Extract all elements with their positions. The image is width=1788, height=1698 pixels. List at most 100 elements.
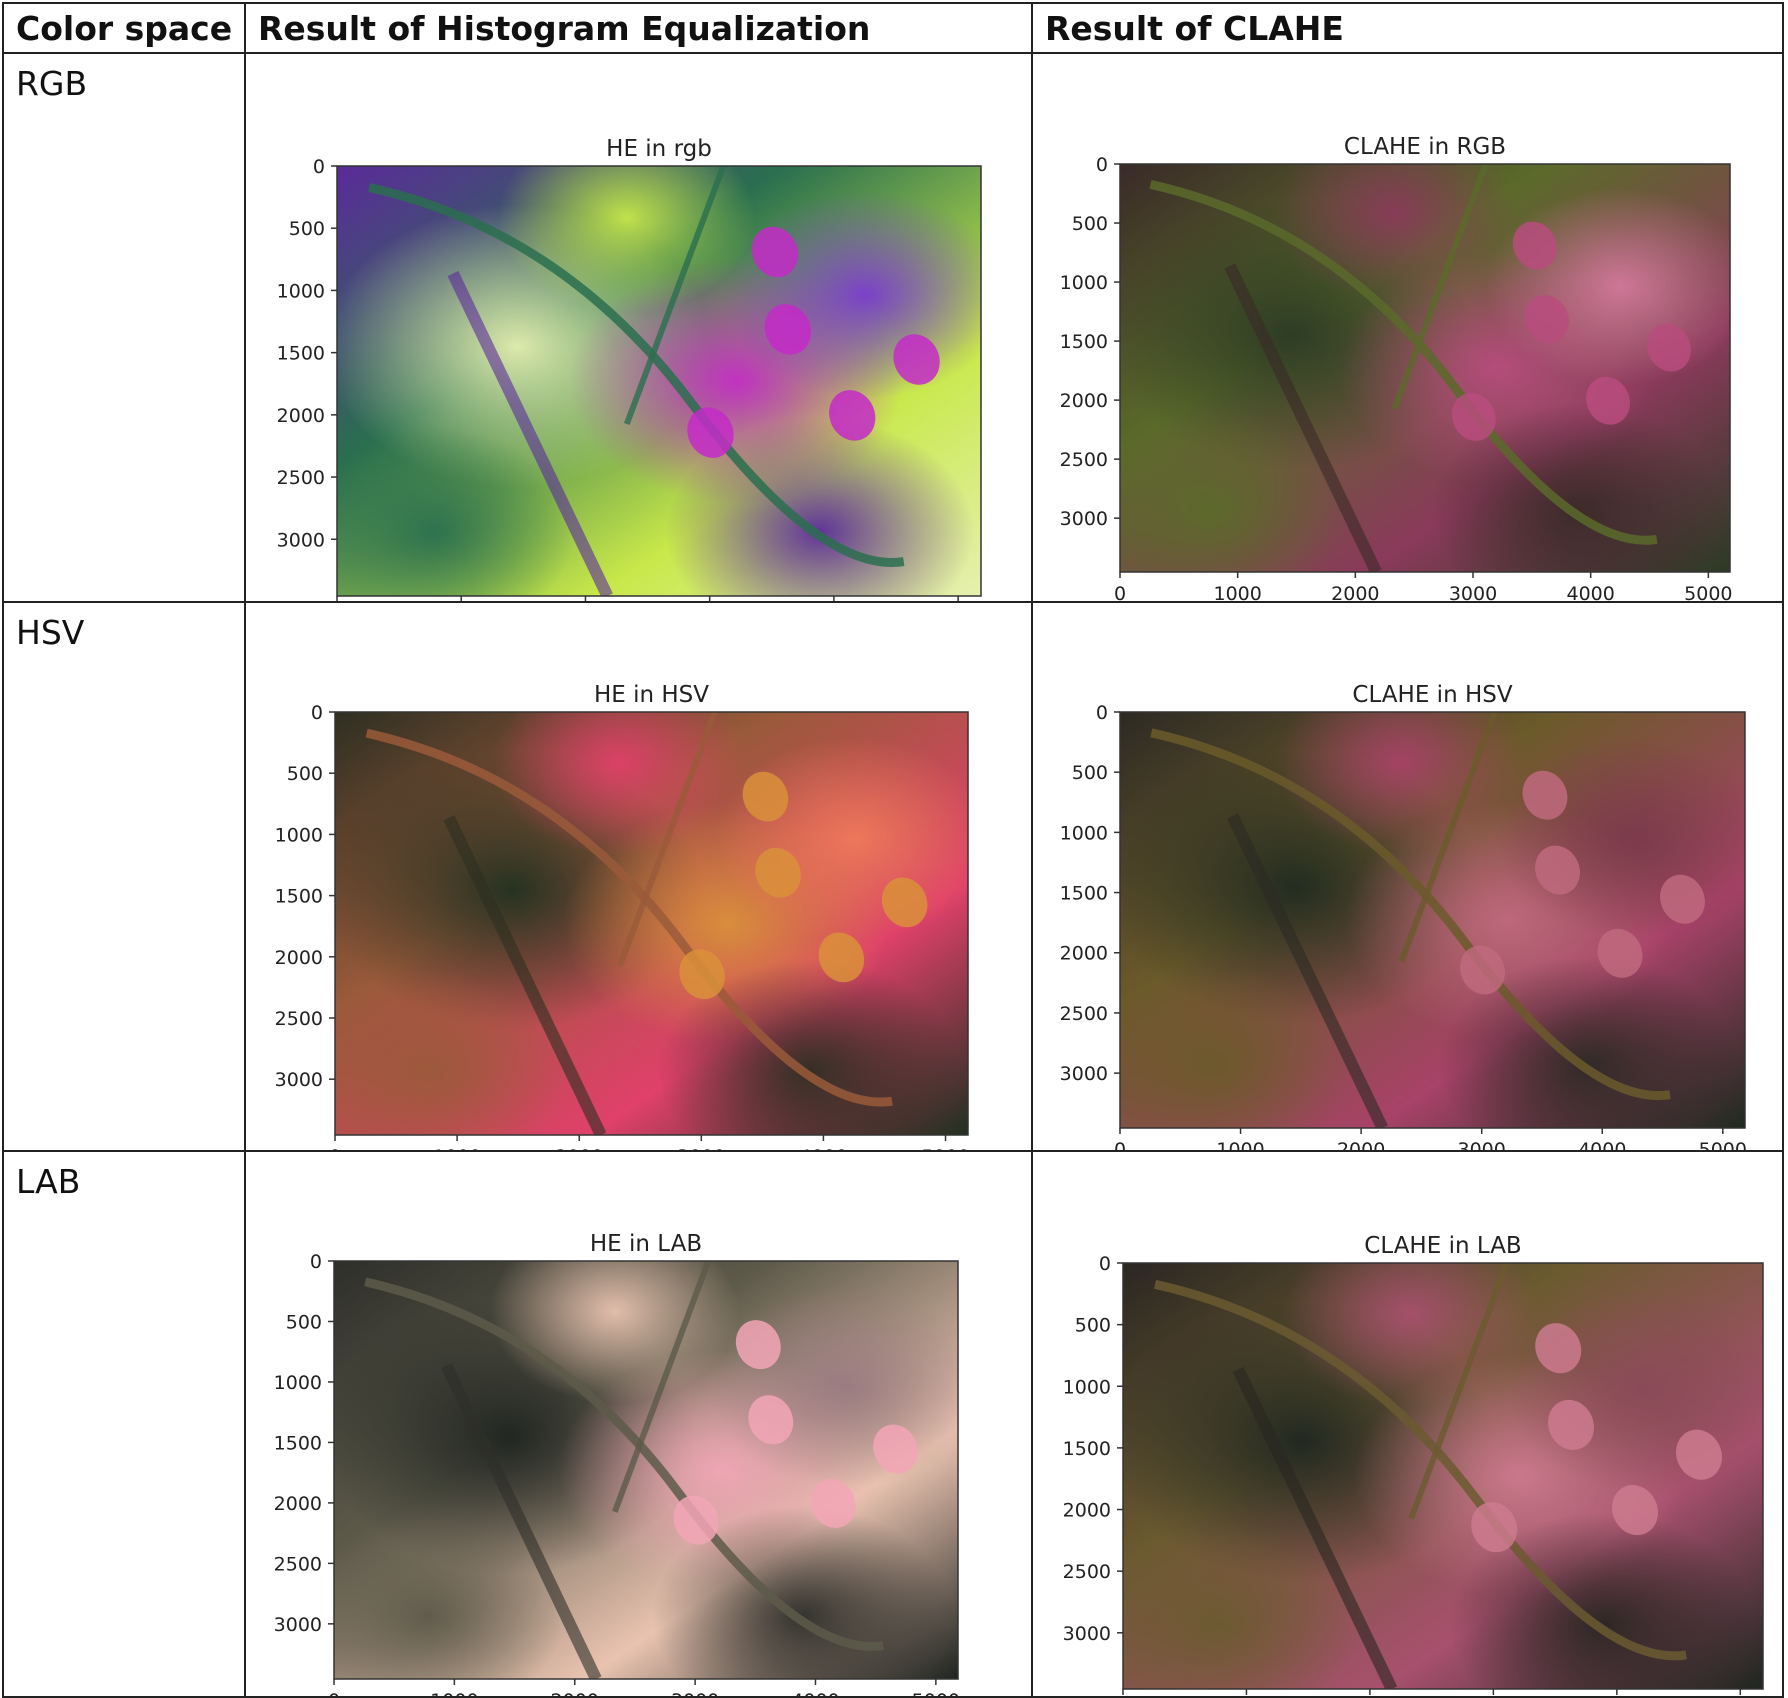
- y-tick-label: 1000: [1060, 272, 1108, 294]
- y-tick-label: 500: [286, 1311, 322, 1333]
- y-tick-label: 3000: [275, 1069, 323, 1091]
- y-tick-label: 3000: [1060, 508, 1108, 530]
- space-cell-rgb: RGB: [2, 52, 246, 603]
- y-tick-label: 1500: [277, 343, 325, 365]
- he-cell-hsv: HE in HSV 0 500 1000 1500 2000 2500 3000 0 1000 20…: [244, 601, 1033, 1152]
- y-tick-label: 1500: [275, 886, 323, 908]
- clahe-cell-rgb: CLAHE in RGB 0 500 1000 1500 2000 2500 3000 0 100…: [1031, 52, 1784, 603]
- y-tick-label: 1000: [277, 280, 325, 302]
- y-tick-label: 500: [287, 763, 323, 785]
- x-tick-label: 0: [1114, 1139, 1126, 1150]
- y-tick-label: 1500: [1060, 883, 1108, 905]
- y-tick-label: 2000: [277, 405, 325, 427]
- y-tick-label: 0: [1096, 154, 1108, 176]
- y-tick-label: 1000: [1063, 1376, 1111, 1398]
- x-tick-label: 5000: [1699, 1139, 1747, 1150]
- he-hsv-plot: HE in HSV 0 500 1000 1500 2000 2500 3000 0 1000 20…: [275, 682, 970, 1150]
- x-tick-label: 2000: [1337, 1139, 1385, 1150]
- y-tick-label: 0: [311, 702, 323, 724]
- x-tick-label: 1000: [430, 1690, 478, 1696]
- x-tick-label: 2000: [555, 1146, 603, 1150]
- y-tick-label: 0: [313, 156, 325, 178]
- plot-title: CLAHE in RGB: [1344, 134, 1506, 160]
- y-tick-label: 1500: [1063, 1438, 1111, 1460]
- header-he-result: Result of Histogram Equalization: [244, 2, 1033, 54]
- flower-image: [1120, 164, 1730, 572]
- y-tick-label: 2000: [1060, 390, 1108, 412]
- x-tick-label: 3000: [677, 1146, 725, 1150]
- space-cell-hsv: HSV: [2, 601, 246, 1152]
- y-tick-label: 500: [289, 218, 325, 240]
- y-tick-label: 1500: [1060, 331, 1108, 353]
- he-cell-lab: HE in LAB 0 500 1000 1500 2000 2500 3000 0 1000 20…: [244, 1150, 1033, 1698]
- clahe-hsv-plot: CLAHE in HSV 0 500 1000 1500 2000 2500 3000 0 100…: [1060, 682, 1747, 1150]
- plot-title: CLAHE in LAB: [1364, 1233, 1521, 1259]
- x-tick-label: 5000: [921, 1146, 969, 1150]
- y-tick-label: 2500: [1063, 1561, 1111, 1583]
- clahe-rgb-plot: CLAHE in RGB 0 500 1000 1500 2000 2500 3000 0 100…: [1060, 134, 1733, 601]
- x-tick-label: 0: [1114, 583, 1126, 601]
- y-tick-label: 2000: [1063, 1500, 1111, 1522]
- y-tick-label: 2500: [277, 467, 325, 489]
- table-row: LAB HE in LAB 0 500 1000 1500 2000 2500 3000 0 10…: [2, 1150, 1784, 1698]
- flower-image: [1120, 712, 1745, 1128]
- plot-title: CLAHE in HSV: [1352, 682, 1512, 708]
- x-tick-label: 1000: [1213, 583, 1261, 601]
- color-space-label: RGB: [16, 64, 88, 103]
- x-tick-label: 4000: [1578, 1139, 1626, 1150]
- flower-image: [337, 166, 981, 596]
- flower-image: [335, 712, 968, 1135]
- y-tick-label: 1000: [275, 824, 323, 846]
- y-tick-label: 0: [1099, 1253, 1111, 1275]
- x-tick-label: 5000: [912, 1690, 960, 1696]
- y-tick-label: 2500: [1060, 449, 1108, 471]
- color-space-label: LAB: [16, 1162, 81, 1201]
- header-row: Color space Result of Histogram Equaliza…: [2, 2, 1784, 54]
- x-tick-label: 4000: [791, 1690, 839, 1696]
- x-tick-label: 2000: [1331, 583, 1379, 601]
- clahe-cell-hsv: CLAHE in HSV 0 500 1000 1500 2000 2500 3000 0 100…: [1031, 601, 1784, 1152]
- plot-title: HE in LAB: [590, 1231, 702, 1257]
- y-tick-label: 2000: [1060, 943, 1108, 965]
- x-tick-label: 3000: [1449, 583, 1497, 601]
- header-color-space: Color space: [2, 2, 246, 54]
- y-tick-label: 2500: [275, 1008, 323, 1030]
- y-tick-label: 1000: [274, 1372, 322, 1394]
- he-rgb-plot: HE in rgb0500100015002000250030000100020…: [277, 136, 982, 601]
- comparison-table: Color space Result of Histogram Equaliza…: [2, 2, 1784, 1698]
- y-tick-label: 0: [310, 1251, 322, 1273]
- y-tick-label: 500: [1072, 213, 1108, 235]
- x-tick-label: 3000: [1458, 1139, 1506, 1150]
- y-tick-label: 3000: [1063, 1623, 1111, 1645]
- x-tick-label: 5000: [1684, 583, 1732, 601]
- y-tick-label: 0: [1096, 702, 1108, 724]
- y-tick-label: 3000: [1060, 1063, 1108, 1085]
- x-tick-label: 1000: [433, 1146, 481, 1150]
- x-tick-label: 4000: [1566, 583, 1614, 601]
- clahe-lab-plot: CLAHE in LAB0500100015002000250030000100…: [1063, 1233, 1764, 1695]
- clahe-cell-lab: CLAHE in LAB0500100015002000250030000100…: [1031, 1150, 1784, 1698]
- y-tick-label: 3000: [274, 1614, 322, 1636]
- y-tick-label: 2500: [274, 1553, 322, 1575]
- flower-image: [1123, 1263, 1763, 1689]
- x-tick-label: 3000: [671, 1690, 719, 1696]
- x-tick-label: 0: [329, 1146, 341, 1150]
- space-cell-lab: LAB: [2, 1150, 246, 1698]
- x-tick-label: 0: [328, 1690, 340, 1696]
- y-tick-label: 1000: [1060, 822, 1108, 844]
- x-tick-label: 2000: [551, 1690, 599, 1696]
- table-row: RGB HE in rgb 0 500 1000 1500 2000 2500 3000 0 10…: [2, 52, 1784, 603]
- y-tick-label: 500: [1072, 762, 1108, 784]
- y-tick-label: 2000: [274, 1493, 322, 1515]
- y-tick-label: 1500: [274, 1432, 322, 1454]
- y-tick-label: 3000: [277, 529, 325, 551]
- plot-title: HE in HSV: [594, 682, 709, 708]
- color-space-label: HSV: [16, 613, 85, 652]
- x-tick-label: 4000: [799, 1146, 847, 1150]
- header-clahe-result: Result of CLAHE: [1031, 2, 1784, 54]
- x-tick-label: 1000: [1216, 1139, 1264, 1150]
- flower-image: [334, 1261, 958, 1679]
- table-row: HSV HE in HSV 0 500 1000 1500 2000 2500 3000 0 10…: [2, 601, 1784, 1152]
- y-tick-label: 500: [1075, 1315, 1111, 1337]
- plot-title: HE in rgb: [606, 136, 712, 162]
